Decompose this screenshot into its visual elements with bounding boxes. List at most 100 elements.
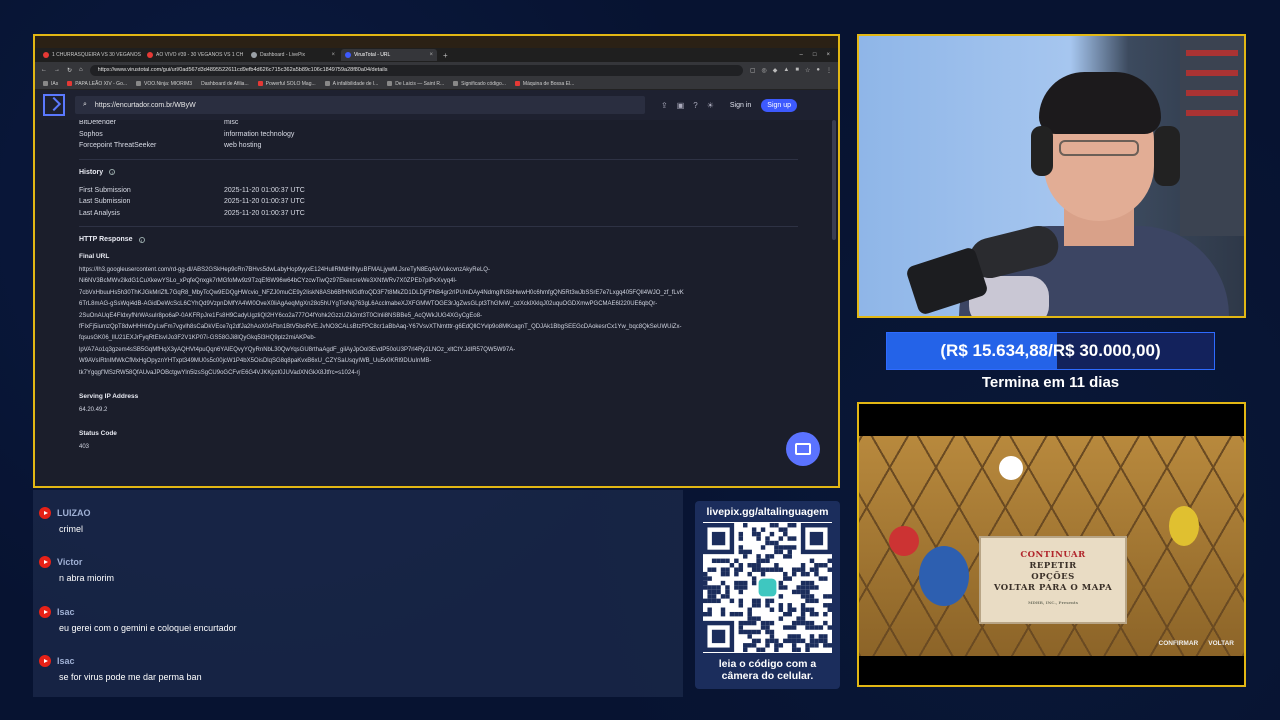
help-icon[interactable]: ? bbox=[693, 101, 697, 110]
upload-icon[interactable]: ⇪ bbox=[661, 101, 668, 110]
webcam-feed bbox=[857, 34, 1246, 318]
details-panel: BitDefender misc Sophos information techno… bbox=[35, 120, 838, 486]
extension-icon[interactable]: ▢ bbox=[750, 67, 756, 74]
chat-username: Isac bbox=[57, 656, 75, 666]
youtube-icon bbox=[39, 556, 51, 568]
status-code-label: Status Code bbox=[79, 430, 117, 438]
category-row: BitDefender misc bbox=[79, 120, 239, 126]
extension-icon[interactable]: ◎ bbox=[762, 67, 767, 74]
http-response-section: HTTP Response i Final URL https://lh3.go… bbox=[79, 226, 798, 454]
browser-tab-active[interactable]: VirusTotal - URL × bbox=[341, 49, 437, 61]
extensions-bar: ▢ ◎ ◆ ▲ ■ ☆ ● ⋮ bbox=[750, 67, 832, 74]
game-capture: CONTINUAR REPETIR OPÇÕES VOLTAR PARA O M… bbox=[857, 402, 1246, 687]
qr-url: livepix.gg/altalinguagem bbox=[706, 506, 829, 518]
minimize-icon[interactable]: – bbox=[800, 52, 803, 58]
browser-tab[interactable]: AO VIVO #39 - 30 VEGANOS VS 1 CH × bbox=[143, 49, 245, 61]
serving-ip-label: Serving IP Address bbox=[79, 393, 139, 401]
final-url-label: Final URL bbox=[79, 253, 110, 260]
status-code-value: 403 bbox=[79, 444, 90, 451]
game-character bbox=[999, 456, 1023, 480]
bookmark-item[interactable]: Máquina de Bossa El... bbox=[514, 81, 574, 87]
chat-message: Isac se for virus pode me dar perma ban bbox=[39, 655, 202, 682]
back-icon[interactable]: ← bbox=[41, 67, 47, 73]
virustotal-favicon-icon bbox=[345, 52, 351, 58]
close-window-icon[interactable]: × bbox=[826, 52, 830, 58]
donation-goal-bar: (R$ 15.634,88/R$ 30.000,00) bbox=[886, 332, 1215, 370]
bookmark-item[interactable]: VOO.Ninja: MIORIM3 bbox=[136, 81, 192, 87]
menu-options[interactable]: OPÇÕES bbox=[1031, 572, 1075, 583]
notifications-icon[interactable]: ▣ bbox=[677, 101, 685, 110]
folder-icon bbox=[43, 81, 48, 86]
menu-icon[interactable]: ⋮ bbox=[826, 67, 832, 74]
youtube-icon bbox=[39, 606, 51, 618]
virustotal-header: ⌕ https://encurtador.com.br/WByW ⇪ ▣ ? ☀… bbox=[35, 90, 838, 120]
bookmark-item[interactable]: Dashboard de Afilia... bbox=[201, 81, 249, 87]
menu-continue[interactable]: CONTINUAR bbox=[1020, 550, 1085, 561]
theme-toggle-icon[interactable]: ☀ bbox=[707, 101, 714, 110]
new-tab-icon[interactable]: + bbox=[439, 51, 452, 60]
sign-up-button[interactable]: Sign up bbox=[761, 98, 798, 112]
youtube-icon bbox=[39, 655, 51, 667]
close-tab-icon[interactable]: × bbox=[331, 52, 335, 58]
game-character bbox=[1169, 506, 1199, 546]
maximize-icon[interactable]: □ bbox=[813, 52, 817, 58]
livepix-qr-panel: livepix.gg/altalinguagem leia o código c… bbox=[695, 501, 840, 689]
sign-in-link[interactable]: Sign in bbox=[730, 102, 751, 109]
tab-label: 1 CHURRASQUEIRA VS 30 VEGANOS bbox=[52, 52, 141, 58]
headphone-left bbox=[1031, 126, 1053, 176]
chat-text: eu gerei com o gemini e coloquei encurta… bbox=[59, 623, 237, 633]
game-character bbox=[889, 526, 919, 556]
search-icon: ⌕ bbox=[83, 101, 87, 108]
header-actions: ⇪ ▣ ? ☀ bbox=[661, 101, 714, 110]
bookmark-item[interactable]: De Laicis — Saint R... bbox=[387, 81, 444, 87]
bookmark-favicon-icon bbox=[67, 81, 73, 86]
chat-text: n abra miorim bbox=[59, 573, 115, 583]
bookmark-favicon-icon bbox=[324, 81, 330, 86]
bookmark-item[interactable]: PAPA LEÃO XIV - Go... bbox=[67, 81, 127, 87]
chat-text: crimel bbox=[59, 524, 83, 534]
chat-username: Isac bbox=[57, 607, 75, 617]
url-field[interactable]: https://www.virustotal.com/gui/url/0ad56… bbox=[89, 64, 743, 76]
bookmark-item[interactable]: Powerful SOLO Mag... bbox=[257, 81, 316, 87]
bookmark-item[interactable]: IAs bbox=[43, 81, 58, 87]
window-controls: – □ × bbox=[800, 52, 838, 58]
menu-back-to-map[interactable]: VOLTAR PARA O MAPA bbox=[994, 583, 1112, 594]
browser-tab[interactable]: Dashboard - LivePix × bbox=[247, 49, 339, 61]
bookmark-item[interactable]: A infalibilidade de l... bbox=[324, 81, 378, 87]
bookmark-item[interactable]: Significado código... bbox=[453, 81, 506, 87]
info-icon[interactable]: i bbox=[109, 169, 116, 175]
back-hint: VOLTAR bbox=[1208, 640, 1234, 647]
chat-username: LUIZAO bbox=[57, 508, 91, 518]
profile-icon[interactable]: ● bbox=[816, 67, 820, 74]
close-tab-icon[interactable]: × bbox=[429, 52, 433, 58]
extension-icon[interactable]: ▲ bbox=[783, 67, 789, 74]
menu-retry[interactable]: REPETIR bbox=[1029, 561, 1076, 572]
reload-icon[interactable]: ↻ bbox=[67, 67, 72, 74]
virustotal-logo-icon[interactable] bbox=[43, 94, 65, 116]
history-row: Last Analysis 2025-11-20 01:00:37 UTC bbox=[79, 209, 305, 217]
chat-message: Victor n abra miorim bbox=[39, 556, 114, 583]
history-section: History i First Submission 2025-11-20 01:… bbox=[79, 158, 798, 220]
forward-icon[interactable]: → bbox=[54, 67, 60, 73]
extension-icon[interactable]: ■ bbox=[795, 67, 799, 74]
chat-support-button[interactable] bbox=[786, 432, 820, 466]
bookmark-star-icon[interactable]: ☆ bbox=[805, 67, 810, 74]
extension-icon[interactable]: ◆ bbox=[773, 67, 778, 74]
browser-tab[interactable]: 1 CHURRASQUEIRA VS 30 VEGANOS × bbox=[39, 49, 141, 61]
youtube-favicon-icon bbox=[43, 52, 49, 58]
live-chat: LUIZAO crimel Victor n abra miorim Isac … bbox=[33, 490, 683, 697]
info-icon[interactable]: i bbox=[138, 236, 145, 243]
home-icon[interactable]: ⌂ bbox=[79, 67, 83, 73]
final-url-value[interactable]: https://lh3.googleusercontent.com/rd-gg-… bbox=[79, 265, 798, 379]
menu-brand: MDHR, INC., Presents bbox=[1027, 600, 1079, 605]
game-character bbox=[919, 546, 969, 606]
bookmark-favicon-icon bbox=[257, 81, 263, 86]
youtube-icon bbox=[39, 507, 51, 519]
scrollbar[interactable] bbox=[832, 120, 836, 240]
bookmark-favicon-icon bbox=[136, 81, 142, 86]
search-input[interactable]: ⌕ https://encurtador.com.br/WByW bbox=[75, 96, 645, 114]
history-title: History i bbox=[79, 169, 798, 176]
history-row: Last Submission 2025-11-20 01:00:37 UTC bbox=[79, 198, 305, 205]
category-row: Sophos information technology bbox=[79, 130, 295, 138]
qr-caption: leia o código com a câmera do celular. bbox=[718, 658, 817, 682]
